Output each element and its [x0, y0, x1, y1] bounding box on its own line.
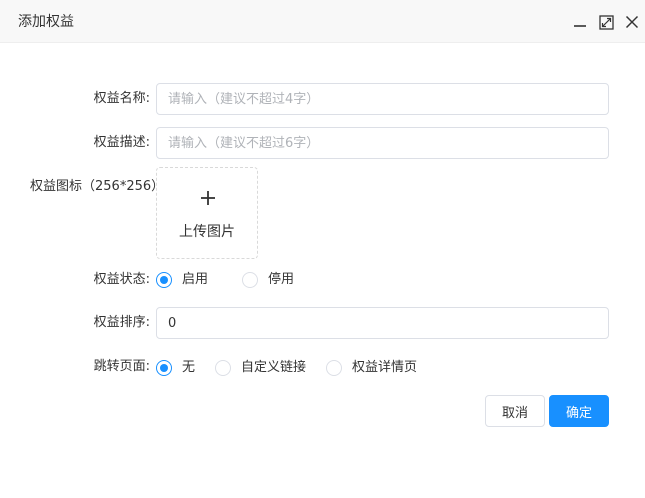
status-radio-group: 启用 停用	[156, 272, 312, 288]
radio-unchecked-icon	[326, 360, 343, 376]
plus-icon	[201, 191, 215, 205]
radio-unchecked-icon	[215, 360, 232, 376]
desc-label: 权益描述:	[93, 135, 150, 150]
upload-label: 上传图片	[179, 224, 235, 240]
radio-checked-icon	[156, 272, 172, 288]
maximize-button[interactable]	[597, 13, 615, 31]
maximize-icon	[598, 14, 614, 30]
jump-option-label: 无	[182, 360, 196, 375]
name-input[interactable]	[156, 83, 609, 115]
dialog-title: 添加权益	[18, 14, 74, 30]
upload-image-box[interactable]: 上传图片	[156, 167, 258, 259]
dialog-titlebar: 添加权益	[0, 0, 645, 43]
status-option-label: 停用	[268, 272, 295, 287]
status-radio-disabled[interactable]: 停用	[242, 272, 294, 288]
icon-label: 权益图标（256*256）	[30, 179, 165, 194]
jump-option-label: 权益详情页	[352, 360, 418, 375]
desc-input[interactable]	[156, 127, 609, 159]
jump-radio-group: 无 自定义链接 权益详情页	[156, 360, 435, 376]
jump-radio-none[interactable]: 无	[156, 360, 195, 376]
radio-checked-icon	[156, 360, 172, 376]
status-radio-enabled[interactable]: 启用	[156, 272, 208, 288]
radio-unchecked-icon	[242, 272, 259, 288]
jump-radio-custom-link[interactable]: 自定义链接	[215, 360, 306, 376]
sort-label: 权益排序:	[93, 315, 150, 330]
name-label: 权益名称:	[93, 91, 150, 106]
jump-option-label: 自定义链接	[241, 360, 307, 375]
sort-input[interactable]	[156, 307, 609, 339]
status-label: 权益状态:	[93, 272, 150, 287]
close-icon	[625, 15, 639, 29]
jump-radio-detail-page[interactable]: 权益详情页	[326, 360, 417, 376]
jump-label: 跳转页面:	[93, 359, 150, 374]
minimize-button[interactable]	[571, 13, 589, 31]
cancel-button[interactable]: 取消	[485, 395, 545, 427]
confirm-button[interactable]: 确定	[549, 395, 609, 427]
status-option-label: 启用	[182, 272, 209, 287]
minimize-icon	[574, 25, 586, 27]
close-button[interactable]	[623, 13, 641, 31]
